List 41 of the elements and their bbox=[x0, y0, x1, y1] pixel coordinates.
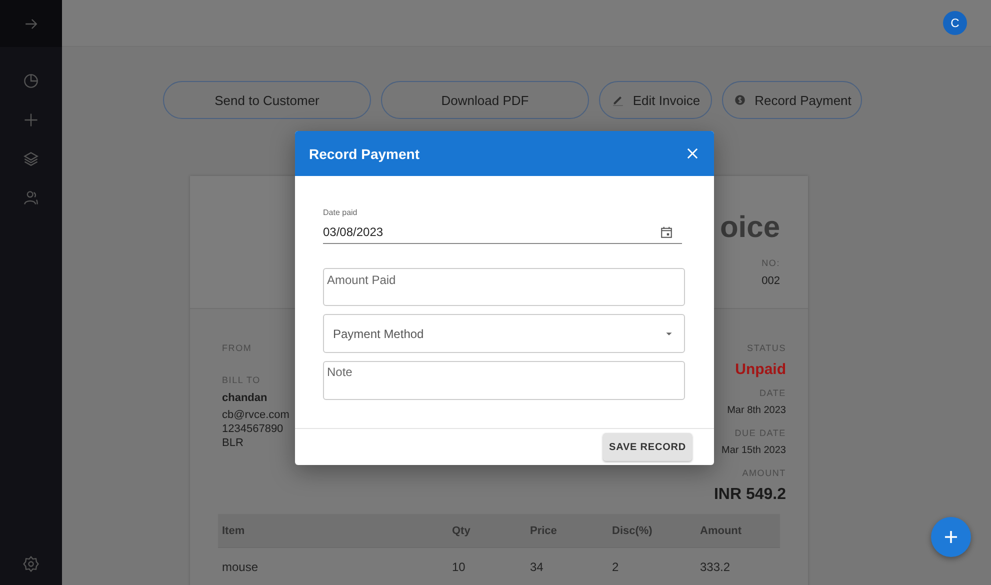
date-field[interactable]: 03/08/2023 bbox=[323, 225, 659, 239]
action-button[interactable]: Edit Invoice bbox=[599, 81, 712, 119]
customer-name: chandan bbox=[222, 391, 268, 405]
calendar-icon[interactable] bbox=[659, 224, 674, 240]
table-cell-text: 34 bbox=[530, 560, 544, 574]
column-header: Qty bbox=[452, 524, 472, 536]
table-cell-text: 333.2 bbox=[700, 560, 732, 574]
save-record-button[interactable]: SAVE RECORD bbox=[603, 433, 692, 461]
customer-email: cb@rvce.com bbox=[222, 408, 290, 422]
total-amount: INR 549.2 bbox=[714, 486, 786, 504]
action-button[interactable]: Record Payment bbox=[722, 81, 862, 119]
payment-method-select[interactable]: Payment Method bbox=[323, 314, 685, 353]
coin-icon bbox=[732, 93, 747, 107]
column-header: Amount bbox=[700, 524, 743, 536]
status-value: Unpaid bbox=[735, 361, 786, 378]
users-icon[interactable] bbox=[22, 189, 40, 207]
plus-icon bbox=[944, 530, 958, 544]
invoice-title: oice bbox=[720, 210, 780, 246]
settings-icon[interactable] bbox=[22, 555, 40, 573]
action-button[interactable]: Send to Customer bbox=[163, 81, 371, 119]
close-icon[interactable] bbox=[687, 148, 698, 159]
action-button[interactable]: Download PDF bbox=[381, 81, 589, 119]
customer-address: BLR bbox=[222, 436, 244, 450]
table-cell-text: 10 bbox=[452, 560, 466, 574]
layers-icon[interactable] bbox=[22, 150, 40, 168]
due-date: Mar 15th 2023 bbox=[722, 444, 786, 458]
invoice-number: 002 bbox=[762, 274, 780, 288]
invoice-date: Mar 8th 2023 bbox=[727, 404, 786, 418]
dialog-title: Record Payment bbox=[309, 146, 420, 162]
table-cell-text: 2 bbox=[612, 560, 620, 574]
column-header: Item bbox=[222, 524, 246, 536]
plus-icon[interactable] bbox=[22, 111, 40, 129]
pie-chart-icon[interactable] bbox=[22, 72, 40, 90]
amount-paid-field[interactable]: Amount Paid bbox=[323, 268, 685, 306]
note-field[interactable]: Note bbox=[323, 361, 685, 400]
avatar[interactable]: C bbox=[943, 11, 967, 35]
field-label: Date paid bbox=[323, 208, 358, 217]
customer-phone: 1234567890 bbox=[222, 422, 284, 436]
column-header: Disc(%) bbox=[612, 524, 654, 536]
column-header: Price bbox=[530, 524, 558, 536]
table-cell-text: mouse bbox=[222, 560, 260, 574]
